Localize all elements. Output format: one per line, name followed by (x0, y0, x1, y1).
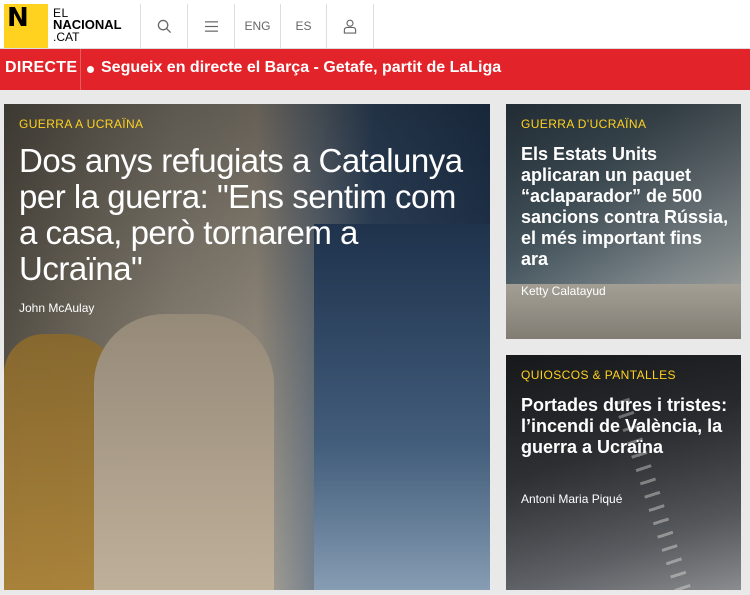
search-icon (157, 19, 171, 33)
side-article-author[interactable]: Ketty Calatayud (521, 284, 606, 298)
logo-line-3: .CAT (53, 30, 80, 44)
side-article-card-1[interactable]: GUERRA D'UCRAÏNA Els Estats Units aplica… (506, 104, 741, 339)
logo-wordmark[interactable]: EL NACIONAL .CAT (53, 7, 122, 43)
logo-letter: N (7, 3, 29, 33)
live-label: DIRECTE (5, 59, 78, 76)
lang-eng-button[interactable]: ENG (234, 4, 280, 48)
menu-icon (204, 20, 218, 32)
user-button[interactable] (326, 4, 374, 48)
main-article-author[interactable]: John McAulay (19, 301, 94, 315)
side-article-card-2[interactable]: QUIOSCOS & PANTALLES Portades dures i tr… (506, 355, 741, 590)
main-article-title[interactable]: Dos anys refugiats a Catalunya per la gu… (19, 143, 479, 287)
menu-button[interactable] (187, 4, 234, 48)
live-divider (80, 49, 81, 90)
live-dot-icon (87, 66, 94, 73)
search-button[interactable] (140, 4, 187, 48)
main-article-card[interactable]: GUERRA A UCRAÏNA Dos anys refugiats a Ca… (4, 104, 490, 590)
side-article-title[interactable]: Portades dures i tristes: l’incendi de V… (521, 395, 731, 458)
side-article-kicker[interactable]: GUERRA D'UCRAÏNA (521, 117, 646, 131)
site-header: N EL NACIONAL .CAT ENG ES (0, 0, 750, 49)
user-icon (343, 19, 357, 34)
live-bar[interactable]: DIRECTE Segueix en directe el Barça - Ge… (0, 49, 750, 90)
main-article-kicker[interactable]: GUERRA A UCRAÏNA (19, 117, 143, 131)
logo[interactable]: N (4, 3, 48, 48)
live-headline[interactable]: Segueix en directe el Barça - Getafe, pa… (101, 59, 501, 77)
lang-es-button[interactable]: ES (280, 4, 326, 48)
side-article-title[interactable]: Els Estats Units aplicaran un paquet “ac… (521, 144, 731, 270)
side-article-author[interactable]: Antoni Maria Piqué (521, 492, 622, 506)
image-overlay (506, 355, 741, 590)
side-article-kicker[interactable]: QUIOSCOS & PANTALLES (521, 368, 676, 382)
